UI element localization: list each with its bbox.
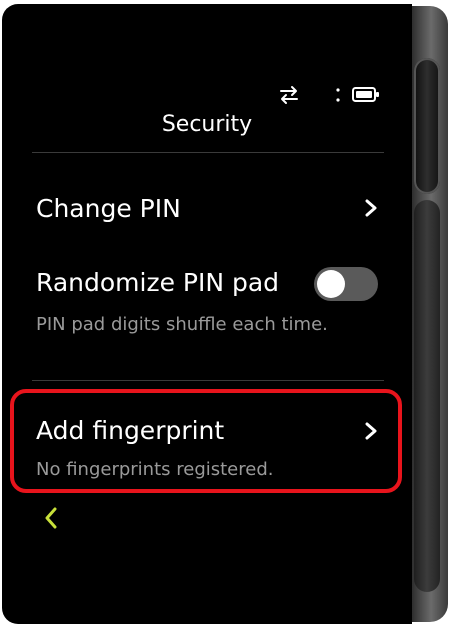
highlight-outline: [10, 389, 402, 493]
device-frame: Security Change PIN Randomize PIN pad PI…: [2, 4, 448, 624]
chevron-right-icon: [364, 199, 378, 217]
setting-subtitle: PIN pad digits shuffle each time.: [36, 314, 328, 335]
chevron-left-icon[interactable]: [42, 506, 60, 530]
section-divider: [32, 380, 384, 381]
battery-icon: [352, 84, 380, 108]
randomize-pin-pad-toggle[interactable]: [314, 267, 378, 301]
setting-label: Randomize PIN pad: [36, 268, 280, 297]
device-side-button[interactable]: [414, 58, 440, 194]
page-title: Security: [161, 112, 253, 137]
header-divider: [32, 152, 384, 153]
screen: Security Change PIN Randomize PIN pad PI…: [2, 4, 412, 624]
toggle-knob: [317, 270, 345, 298]
signal-dots-icon: [334, 84, 342, 108]
device-side-panel: [414, 200, 440, 592]
setting-label: Change PIN: [36, 194, 181, 223]
transfer-arrows-icon: [278, 84, 300, 108]
